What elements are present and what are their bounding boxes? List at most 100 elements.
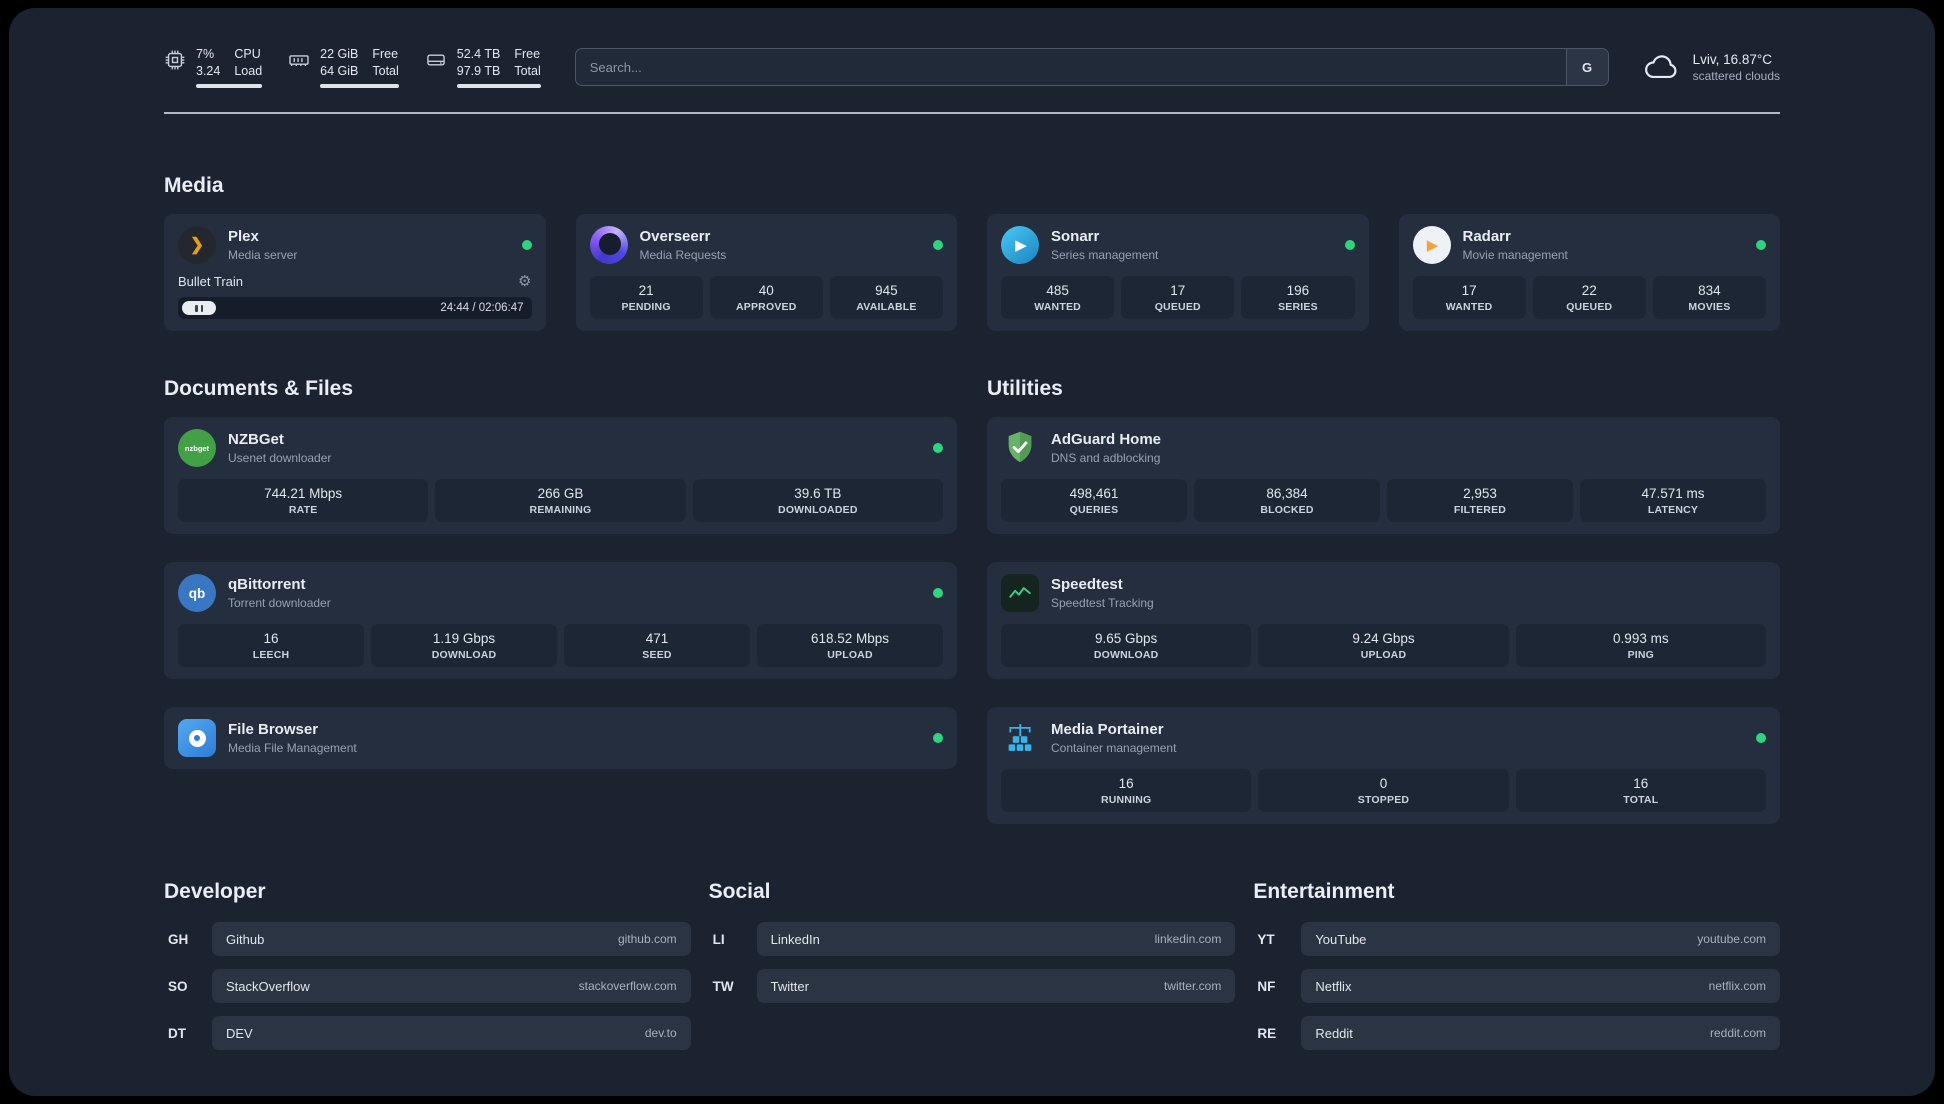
stat-queries: 498,461 QUERIES xyxy=(1001,479,1187,522)
app-card-portainer[interactable]: Media Portainer Container management 16 … xyxy=(987,707,1780,824)
disk-usage-bar xyxy=(456,84,541,88)
stat-series: 196 SERIES xyxy=(1241,276,1355,319)
bookmarks-section: Developer GH Github github.com SO StackO… xyxy=(164,880,1780,1050)
app-subtitle: Series management xyxy=(1051,247,1159,262)
stat-stopped: 0 STOPPED xyxy=(1258,769,1509,812)
status-dot xyxy=(933,240,943,250)
stat-movies: 834 MOVIES xyxy=(1652,276,1767,319)
stat-leech: 16 LEECH xyxy=(178,624,364,667)
bookmark-link[interactable]: Reddit reddit.com xyxy=(1301,1016,1780,1050)
app-card-speedtest[interactable]: Speedtest Speedtest Tracking 9.65 Gbps D… xyxy=(987,562,1780,679)
bookmark-abbr: LI xyxy=(712,931,725,947)
bookmark-abbr: RE xyxy=(1257,1025,1277,1041)
stat-download: 9.65 Gbps DOWNLOAD xyxy=(1001,624,1252,667)
stat-latency: 47.571 ms LATENCY xyxy=(1580,479,1766,522)
app-card-plex[interactable]: ❯ Plex Media server Bullet Train ⚙ 24:44… xyxy=(164,214,546,331)
bookmark-link[interactable]: YouTube youtube.com xyxy=(1301,922,1780,956)
bookmark-link[interactable]: Netflix netflix.com xyxy=(1301,969,1780,1003)
status-dot xyxy=(1344,240,1355,250)
stat-pending: 21 PENDING xyxy=(589,276,703,319)
section-title-entertainment: Entertainment xyxy=(1253,880,1395,903)
bookmark-abbr: NF xyxy=(1257,978,1276,994)
status-dot xyxy=(933,588,943,598)
app-card-overseerr[interactable]: Overseerr Media Requests 21 PENDING 40 A… xyxy=(575,214,957,331)
app-subtitle: Movie management xyxy=(1462,247,1568,262)
memory-total: 64 GiB xyxy=(320,63,359,78)
stat-running: 16 RUNNING xyxy=(1001,769,1252,812)
bookmark-youtube: YT YouTube youtube.com xyxy=(1253,922,1780,956)
gear-icon[interactable]: ⚙ xyxy=(518,274,531,289)
stat-queued: 17 QUEUED xyxy=(1121,276,1235,319)
cpu-usage: 7% xyxy=(196,47,215,61)
section-title-media: Media xyxy=(164,174,224,197)
memory-icon xyxy=(289,55,309,66)
stat-downloaded: 39.6 TB DOWNLOADED xyxy=(692,479,943,522)
stat-wanted: 17 WANTED xyxy=(1412,276,1526,319)
adguard-icon xyxy=(1001,429,1039,467)
app-subtitle: Media File Management xyxy=(228,740,357,755)
bookmark-abbr: DT xyxy=(168,1025,186,1041)
resource-widgets: 7% 3.24 CPU Load 22 GiB 64 GiB Free Tota… xyxy=(164,46,541,88)
portainer-icon xyxy=(1001,719,1039,757)
stat-wanted: 485 WANTED xyxy=(1001,276,1115,319)
disk-total: 97.9 TB xyxy=(456,63,501,78)
bookmark-group-social: Social LI LinkedIn linkedin.com TW Twitt… xyxy=(709,880,1236,1003)
bookmark-abbr: YT xyxy=(1257,931,1275,947)
bookmark-linkedin: LI LinkedIn linkedin.com xyxy=(709,922,1236,956)
weather-widget: Lviv, 16.87°C scattered clouds xyxy=(1643,52,1780,83)
bookmark-link[interactable]: DEV dev.to xyxy=(212,1016,691,1050)
stat-upload: 618.52 Mbps UPLOAD xyxy=(757,624,943,667)
section-title-developer: Developer xyxy=(164,880,266,903)
app-name: AdGuard Home xyxy=(1051,431,1162,449)
section-utilities: Utilities AdGuard Home DNS and adblockin… xyxy=(987,377,1780,824)
status-dot xyxy=(1756,733,1766,743)
section-title-social: Social xyxy=(708,880,771,903)
status-dot xyxy=(1756,240,1766,250)
stat-available: 945 AVAILABLE xyxy=(829,276,944,319)
weather-condition: scattered clouds xyxy=(1692,68,1780,83)
app-name: Radarr xyxy=(1462,228,1511,246)
bookmark-link[interactable]: LinkedIn linkedin.com xyxy=(756,922,1236,956)
stat-seed: 471 SEED xyxy=(564,624,750,667)
section-title-utilities: Utilities xyxy=(987,377,1063,400)
bookmark-github: GH Github github.com xyxy=(164,922,691,956)
status-dot xyxy=(933,443,943,453)
bookmark-reddit: RE Reddit reddit.com xyxy=(1253,1016,1780,1050)
search-provider-button[interactable]: G xyxy=(1565,49,1608,85)
memory-free: 22 GiB xyxy=(320,47,359,61)
app-name: Overseerr xyxy=(639,228,711,246)
bookmark-link[interactable]: Twitter twitter.com xyxy=(756,969,1236,1003)
cpu-load-value: 3.24 xyxy=(196,63,221,78)
status-dot xyxy=(521,240,532,250)
topbar: 7% 3.24 CPU Load 22 GiB 64 GiB Free Tota… xyxy=(164,46,1780,88)
pause-button[interactable] xyxy=(182,301,216,315)
app-card-adguard[interactable]: AdGuard Home DNS and adblocking 498,461 … xyxy=(987,417,1780,534)
radarr-icon: ▶ xyxy=(1412,226,1451,264)
bookmark-abbr: GH xyxy=(168,931,189,947)
app-card-qbittorrent[interactable]: qb qBittorrent Torrent downloader 16 LEE… xyxy=(164,562,957,679)
sonarr-icon: ▶ xyxy=(1001,226,1039,264)
cpu-label: CPU xyxy=(234,47,261,61)
stat-upload: 9.24 Gbps UPLOAD xyxy=(1258,624,1509,667)
cpu-widget: 7% 3.24 CPU Load xyxy=(164,46,263,88)
section-media: Media ❯ Plex Media server Bullet Train ⚙… xyxy=(164,174,1780,331)
app-card-nzbget[interactable]: nzbget NZBGet Usenet downloader 744.21 M… xyxy=(164,417,957,534)
stat-download: 1.19 Gbps DOWNLOAD xyxy=(371,624,557,667)
bookmark-link[interactable]: StackOverflow stackoverflow.com xyxy=(212,969,691,1003)
app-subtitle: DNS and adblocking xyxy=(1051,450,1161,465)
overseerr-icon xyxy=(589,226,628,264)
cloud-icon xyxy=(1644,55,1677,79)
section-title-documents: Documents & Files xyxy=(164,377,354,400)
app-card-sonarr[interactable]: ▶ Sonarr Series management 485 WANTED 17… xyxy=(987,214,1369,331)
bookmark-group-developer: Developer GH Github github.com SO StackO… xyxy=(164,880,691,1050)
app-card-radarr[interactable]: ▶ Radarr Movie management 17 WANTED 22 Q… xyxy=(1398,214,1780,331)
cpu-usage-bar xyxy=(196,84,263,88)
search-input[interactable] xyxy=(575,49,1566,85)
bookmark-link[interactable]: Github github.com xyxy=(212,922,691,956)
bookmark-group-entertainment: Entertainment YT YouTube youtube.com NF … xyxy=(1253,880,1780,1050)
app-name: Media Portainer xyxy=(1051,721,1164,739)
media-progress-track[interactable]: 24:44 / 02:06:47 xyxy=(178,297,532,319)
app-card-filebrowser[interactable]: File Browser Media File Management xyxy=(164,707,957,769)
stat-approved: 40 APPROVED xyxy=(709,276,823,319)
app-name: File Browser xyxy=(228,721,319,739)
